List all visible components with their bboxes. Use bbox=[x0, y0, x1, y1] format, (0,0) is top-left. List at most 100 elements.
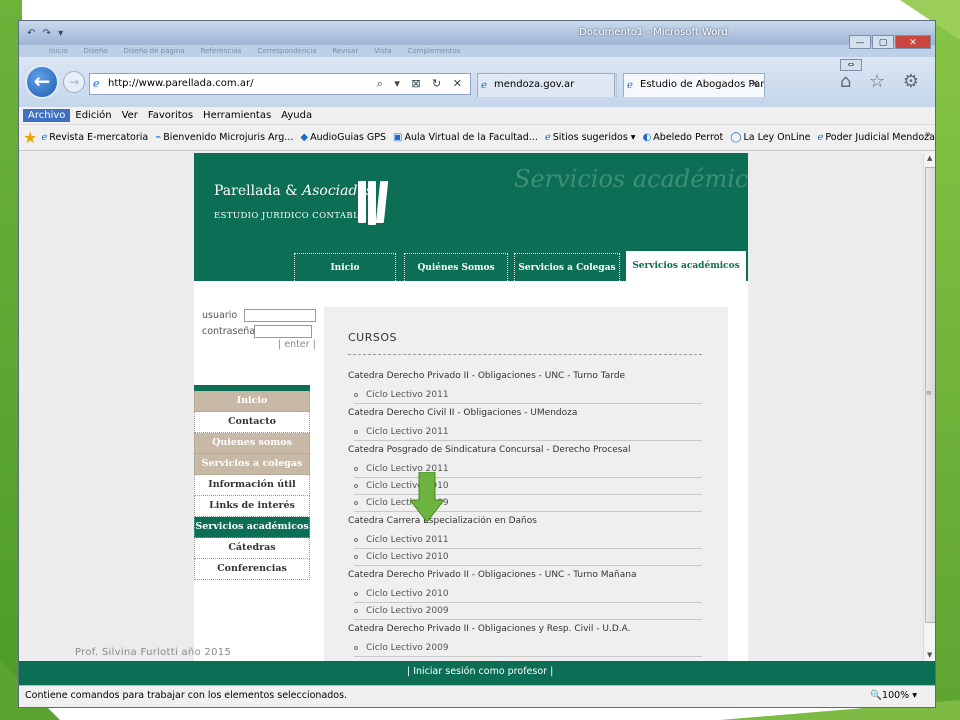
course-year-link[interactable]: Ciclo Lectivo 2009 bbox=[354, 495, 702, 512]
restore-icon[interactable]: ⇔ bbox=[840, 59, 862, 71]
minimize-icon[interactable]: — bbox=[849, 35, 871, 49]
ribbon-tab[interactable]: Referencias bbox=[201, 47, 242, 55]
site-tab[interactable]: Servicios a Colegas bbox=[514, 253, 620, 281]
side-nav-item[interactable]: Links de interés bbox=[194, 496, 310, 517]
menu-3[interactable]: Favoritos bbox=[143, 109, 198, 122]
address-bar[interactable]: ℯ http://www.parellada.com.ar/ ⌕ ▾ ⊠ ↻ ✕ bbox=[89, 73, 471, 95]
menu-4[interactable]: Herramientas bbox=[198, 109, 276, 122]
favorite-link[interactable]: ℯ Sitios sugeridos ▾ bbox=[545, 132, 636, 143]
favorite-link[interactable]: ℯ Poder Judicial Mendoza bbox=[817, 132, 934, 143]
status-text: Contiene comandos para trabajar con los … bbox=[25, 690, 348, 701]
site-tab[interactable]: Quiénes Somos bbox=[404, 253, 508, 281]
site-tab[interactable]: Servicios académicos bbox=[626, 251, 746, 281]
side-nav-item[interactable]: Cátedras bbox=[194, 538, 310, 559]
course-year-link[interactable]: Ciclo Lectivo 2010 bbox=[354, 586, 702, 603]
scroll-down-icon[interactable]: ▼ bbox=[927, 651, 932, 659]
course-year-link[interactable]: Ciclo Lectivo 2010 bbox=[354, 478, 702, 495]
ribbon-tab[interactable]: Complementos bbox=[408, 47, 461, 55]
favorite-link[interactable]: ℯ Revista E-mercatoria bbox=[41, 132, 148, 143]
more-chevron-icon[interactable]: » bbox=[925, 129, 931, 140]
zoom-icon: 🔍 bbox=[870, 690, 883, 701]
ribbon-tab[interactable]: Diseño de página bbox=[124, 47, 185, 55]
side-nav-item[interactable]: Servicios académicos bbox=[194, 517, 310, 538]
favorite-site-icon: ℯ bbox=[544, 132, 551, 143]
ribbon-tab[interactable]: Correspondencia bbox=[257, 47, 316, 55]
bullet-icon bbox=[354, 537, 358, 542]
back-button[interactable]: ← bbox=[25, 65, 59, 99]
side-nav-item[interactable]: Inicio bbox=[194, 391, 310, 412]
user-input[interactable] bbox=[244, 308, 316, 322]
quick-access-toolbar[interactable]: ↶ ↷ ▾ bbox=[27, 28, 65, 39]
favorites-star-icon[interactable]: ★ bbox=[23, 128, 37, 147]
menu-2[interactable]: Ver bbox=[117, 109, 143, 122]
course-title[interactable]: Catedra Derecho Privado II - Obligacione… bbox=[348, 624, 631, 634]
home-favorites-tools-icons[interactable]: ⌂ ☆ ⚙ bbox=[840, 71, 925, 92]
menu-0[interactable]: Archivo bbox=[23, 109, 71, 122]
favorite-label: Poder Judicial Mendoza bbox=[825, 132, 935, 143]
course-year-link[interactable]: Ciclo Lectivo 2011 bbox=[354, 532, 702, 549]
maximize-icon[interactable]: ▢ bbox=[872, 35, 894, 49]
bullet-icon bbox=[354, 392, 358, 397]
tab-close-icon[interactable]: ✕ bbox=[751, 74, 759, 96]
course-year-link[interactable]: Ciclo Lectivo 2011 bbox=[354, 387, 702, 404]
window-controls: — ▢ ✕ bbox=[849, 35, 931, 49]
favorite-site-icon: ◆ bbox=[300, 132, 309, 143]
password-input[interactable] bbox=[254, 324, 312, 338]
favorite-site-icon: ▣ bbox=[393, 132, 403, 143]
course-year-label: Ciclo Lectivo 2011 bbox=[366, 535, 449, 545]
ribbon-tab[interactable]: Vista bbox=[374, 47, 391, 55]
favorite-link[interactable]: ◆ AudioGuias GPS bbox=[300, 132, 386, 143]
ribbon-tab[interactable]: Revisar bbox=[332, 47, 358, 55]
bullet-icon bbox=[354, 608, 358, 613]
favorite-link[interactable]: ◯ La Ley OnLine bbox=[730, 132, 810, 143]
bullet-icon bbox=[354, 591, 358, 596]
forward-button[interactable]: → bbox=[63, 71, 85, 93]
ribbon-tab[interactable]: Inicio bbox=[49, 47, 68, 55]
course-year-link[interactable]: Ciclo Lectivo 2009 bbox=[354, 640, 702, 657]
side-nav-item[interactable]: Información útil bbox=[194, 475, 310, 496]
ie-tab-icon: ℯ bbox=[481, 80, 487, 91]
course-title[interactable]: Catedra Derecho Civil II - Obligaciones … bbox=[348, 408, 577, 418]
close-icon[interactable]: ✕ bbox=[895, 35, 931, 49]
ribbon-tab[interactable]: Diseño bbox=[84, 47, 108, 55]
favorite-link[interactable]: ▣ Aula Virtual de la Facultad... bbox=[393, 132, 538, 143]
web-page-viewport: Parellada & Asociados ESTUDIO JURIDICO C… bbox=[19, 153, 935, 685]
courses-title: CURSOS bbox=[348, 331, 397, 344]
site-header: Parellada & Asociados ESTUDIO JURIDICO C… bbox=[194, 153, 748, 281]
site-tab[interactable]: Inicio bbox=[294, 253, 396, 281]
menu-1[interactable]: Edición bbox=[70, 109, 116, 122]
browser-tab[interactable]: ℯ mendoza.gov.ar bbox=[477, 73, 615, 97]
ie-page-icon: ℯ bbox=[93, 77, 100, 90]
course-title[interactable]: Catedra Derecho Privado II - Obligacione… bbox=[348, 371, 625, 381]
course-year-link[interactable]: Ciclo Lectivo 2011 bbox=[354, 424, 702, 441]
side-navigation: Inicio Contacto Quienes somos Servicios a c… bbox=[194, 385, 310, 580]
course-title[interactable]: Catedra Derecho Privado II - Obligacione… bbox=[348, 570, 636, 580]
favorite-link[interactable]: ⌁ Bienvenido Microjuris Arg... bbox=[155, 132, 293, 143]
vertical-scrollbar[interactable]: ▲ ≡ ▼ bbox=[923, 153, 935, 661]
course-year-label: Ciclo Lectivo 2010 bbox=[366, 552, 449, 562]
down-arrow-icon bbox=[410, 472, 444, 522]
side-nav-item[interactable]: Contacto bbox=[194, 412, 310, 433]
user-label: usuario bbox=[202, 309, 238, 321]
status-bar: Contiene comandos para trabajar con los … bbox=[19, 685, 935, 707]
course-year-link[interactable]: Ciclo Lectivo 2011 bbox=[354, 461, 702, 478]
course-year-link[interactable]: Ciclo Lectivo 2010 bbox=[354, 549, 702, 566]
side-nav-item[interactable]: Servicios a colegas bbox=[194, 454, 310, 475]
menu-5[interactable]: Ayuda bbox=[276, 109, 317, 122]
word-title-bar: ↶ ↷ ▾ Documento1 - Microsoft Word bbox=[19, 21, 935, 45]
browser-tab[interactable]: ℯ Estudio de Abogados Parell...✕ bbox=[623, 73, 765, 97]
address-tools[interactable]: ⌕ ▾ ⊠ ↻ ✕ bbox=[377, 74, 466, 94]
side-nav-item[interactable]: Quienes somos bbox=[194, 433, 310, 454]
side-nav-item[interactable]: Conferencias bbox=[194, 559, 310, 580]
login-form: usuario contraseña | enter | bbox=[202, 307, 316, 350]
zoom-control[interactable]: 🔍100% ▾ bbox=[870, 686, 917, 706]
course-year-label: Ciclo Lectivo 2011 bbox=[366, 427, 449, 437]
course-title[interactable]: Catedra Posgrado de Sindicatura Concursa… bbox=[348, 445, 631, 455]
enter-link[interactable]: | enter | bbox=[278, 339, 316, 350]
course-year-link[interactable]: Ciclo Lectivo 2009 bbox=[354, 603, 702, 620]
teacher-login-link[interactable]: | Iniciar sesión como profesor | bbox=[407, 666, 553, 677]
favorite-link[interactable]: ◐ Abeledo Perrot bbox=[643, 132, 724, 143]
scroll-up-icon[interactable]: ▲ bbox=[927, 154, 932, 162]
bullet-icon bbox=[354, 466, 358, 471]
ie-tab-icon: ℯ bbox=[627, 80, 633, 91]
